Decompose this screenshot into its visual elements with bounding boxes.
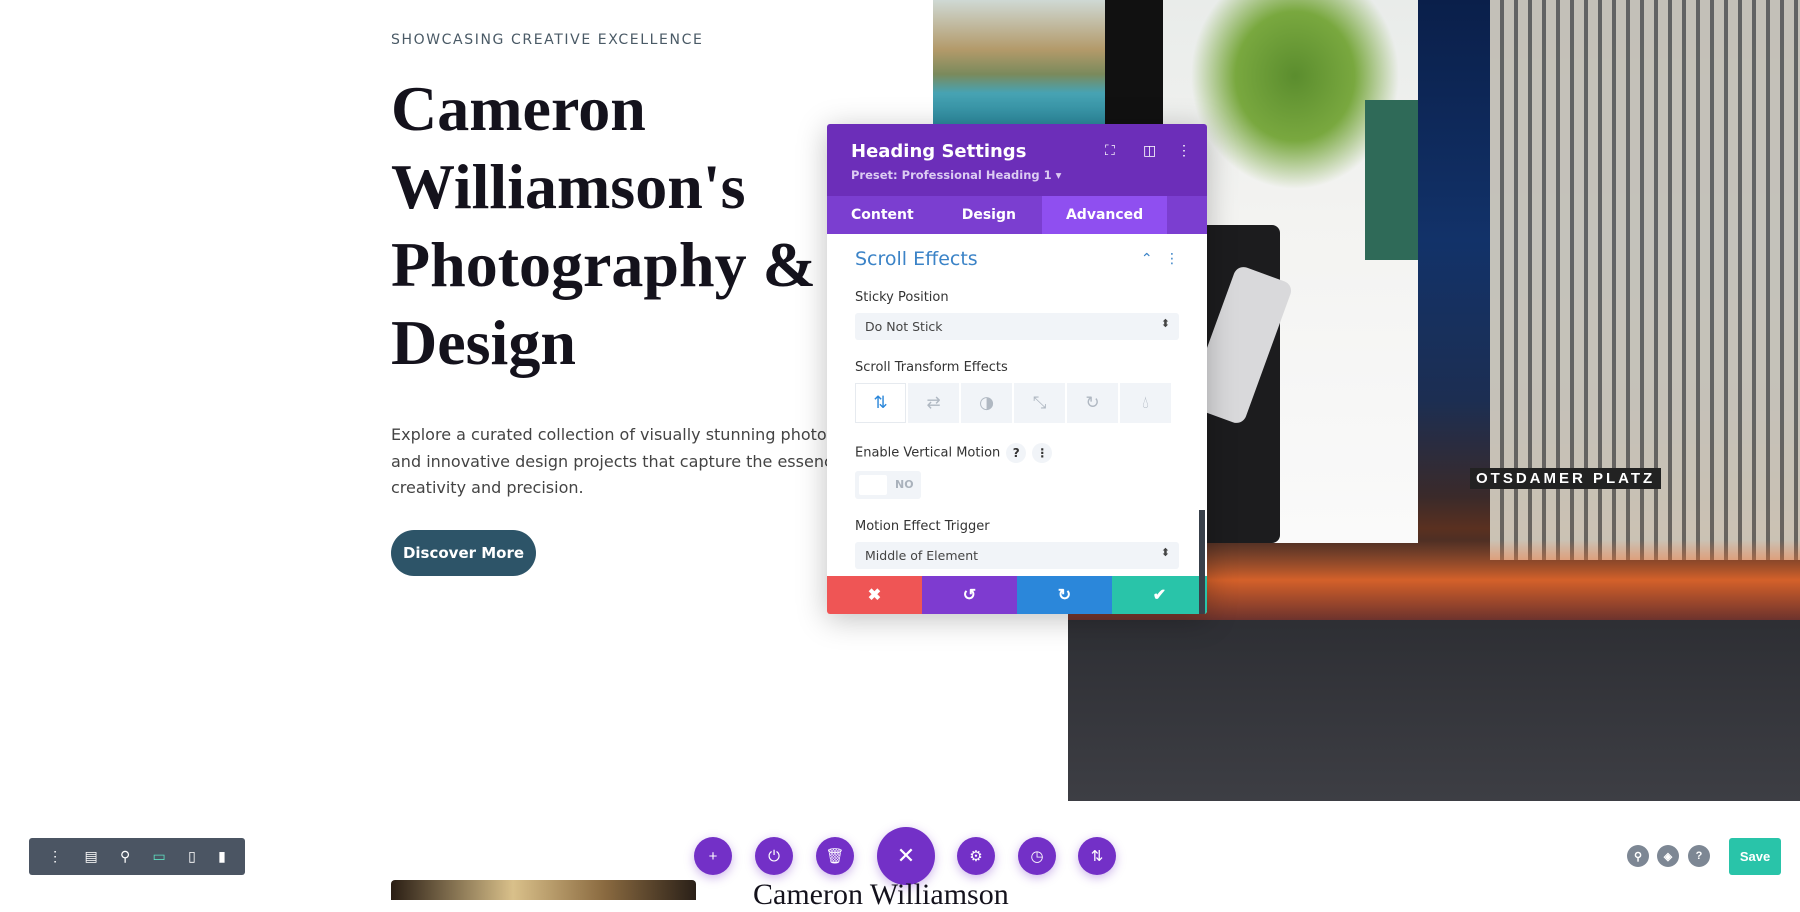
sticky-position-select[interactable]: Do Not Stick ⬍ <box>855 313 1179 340</box>
confirm-button[interactable]: ✔ <box>1112 576 1207 614</box>
heading-settings-panel: Heading Settings Preset: Professional He… <box>827 124 1207 614</box>
select-value: Do Not Stick <box>865 319 943 334</box>
panel-scrollbar[interactable] <box>1199 510 1205 614</box>
scale-icon[interactable]: ⤡ <box>1014 383 1065 423</box>
trash-icon: 🗑︎ <box>825 848 845 865</box>
blur-icon[interactable]: 💧︎ <box>1120 383 1171 423</box>
gear-icon: ⚙ <box>969 848 983 865</box>
portability-button[interactable]: ⇅ <box>1078 837 1116 875</box>
panel-footer: ✖ ↺ ↻ ✔ <box>827 576 1207 614</box>
settings-button[interactable]: ⚙ <box>957 837 995 875</box>
tablet-icon[interactable]: ▯ <box>188 848 196 865</box>
layers-icon[interactable]: ◈ <box>1657 845 1679 867</box>
chevron-up-icon[interactable]: ⌃ <box>1141 251 1153 267</box>
section-options-icon[interactable]: ⋮ <box>1165 251 1179 267</box>
split-view-icon[interactable]: ◫ <box>1143 142 1156 159</box>
scroll-transform-label: Scroll Transform Effects <box>855 360 1008 375</box>
hero-description: Explore a curated collection of visually… <box>391 422 831 502</box>
check-icon: ✔ <box>1152 587 1167 604</box>
zoom-icon[interactable]: ⚲ <box>120 848 130 865</box>
tab-content[interactable]: Content <box>827 196 938 234</box>
sticky-position-label: Sticky Position <box>855 290 949 305</box>
view-mode-toolbar: ⋮ ▤ ⚲ ▭ ▯ ▮ <box>29 838 245 875</box>
photo-frame <box>1105 0 1163 124</box>
book-image <box>1365 100 1418 260</box>
power-button[interactable]: ⏻ <box>755 837 793 875</box>
undo-icon: ↺ <box>962 587 977 604</box>
close-builder-button[interactable]: ✕ <box>877 827 935 885</box>
label-text: Enable Vertical Motion <box>855 445 1001 461</box>
redo-button[interactable]: ↻ <box>1017 576 1112 614</box>
delete-button[interactable]: 🗑︎ <box>816 837 854 875</box>
motion-trigger-select[interactable]: Middle of Element ⬍ <box>855 542 1179 569</box>
phone-icon[interactable]: ▮ <box>218 848 226 865</box>
help-icon[interactable]: ? <box>1006 443 1027 463</box>
vertical-motion-label: Enable Vertical Motion? ⋮ <box>855 443 1179 463</box>
discover-more-button[interactable]: Discover More <box>391 530 536 576</box>
page-title: Cameron Williamson's Photography & Desig… <box>391 73 816 378</box>
panel-body: Scroll Effects ⌃ ⋮ Sticky Position Do No… <box>827 234 1207 614</box>
vertical-motion-toggle[interactable]: NO <box>855 471 921 499</box>
select-value: Middle of Element <box>865 548 979 563</box>
save-button[interactable]: Save <box>1729 838 1781 875</box>
tab-design[interactable]: Design <box>938 196 1040 234</box>
section-heading: Cameron Williamson <box>753 878 1009 911</box>
help-icon[interactable]: ? <box>1688 845 1710 867</box>
undo-button[interactable]: ↺ <box>922 576 1017 614</box>
select-arrows-icon: ⬍ <box>1160 546 1170 559</box>
preset-selector[interactable]: Preset: Professional Heading 1 ▾ <box>851 168 1183 182</box>
toggle-state: NO <box>895 478 914 491</box>
panel-tabs: Content Design Advanced <box>827 196 1207 234</box>
cancel-button[interactable]: ✖ <box>827 576 922 614</box>
tab-advanced[interactable]: Advanced <box>1041 196 1168 234</box>
redo-icon: ↻ <box>1057 587 1072 604</box>
horizontal-motion-icon[interactable]: ⇄ <box>908 383 959 423</box>
add-button[interactable]: + <box>694 837 732 875</box>
power-icon: ⏻ <box>768 847 780 865</box>
panel-header[interactable]: Heading Settings Preset: Professional He… <box>827 124 1207 196</box>
motion-trigger-label: Motion Effect Trigger <box>855 519 990 534</box>
clock-icon: ◷ <box>1030 848 1044 865</box>
section-title[interactable]: Scroll Effects <box>855 248 978 270</box>
description-line: and innovative design projects that capt… <box>391 451 831 471</box>
search-icon[interactable]: ⚲ <box>1627 845 1649 867</box>
fade-icon[interactable]: ◑ <box>961 383 1012 423</box>
sort-arrows-icon: ⇅ <box>1090 848 1104 865</box>
vertical-motion-icon[interactable]: ⇅ <box>855 383 906 423</box>
desktop-icon[interactable]: ▭ <box>153 848 166 865</box>
sign-text: OTSDAMER PLATZ <box>1470 468 1662 489</box>
eyebrow-text: SHOWCASING CREATIVE EXCELLENCE <box>391 32 704 48</box>
portrait-photo <box>391 880 696 900</box>
menu-icon[interactable]: ⋮ <box>48 848 62 865</box>
fullscreen-icon[interactable]: ⛶ <box>1105 142 1115 159</box>
description-line: Explore a curated collection of visually… <box>391 425 831 444</box>
rotate-icon[interactable]: ↻ <box>1067 383 1118 423</box>
plus-icon: + <box>708 847 718 865</box>
close-icon: ✖ <box>867 587 882 604</box>
panel-title: Heading Settings <box>851 141 1027 162</box>
transform-effects-row: ⇅ ⇄ ◑ ⤡ ↻ 💧︎ <box>855 383 1179 423</box>
select-arrows-icon: ⬍ <box>1160 317 1170 330</box>
history-button[interactable]: ◷ <box>1018 837 1056 875</box>
description-line: creativity and precision. <box>391 478 584 497</box>
wireframe-icon[interactable]: ▤ <box>84 848 97 865</box>
close-icon: ✕ <box>896 843 916 868</box>
options-icon[interactable]: ⋮ <box>1032 443 1053 463</box>
more-options-icon[interactable]: ⋮ <box>1177 142 1191 159</box>
